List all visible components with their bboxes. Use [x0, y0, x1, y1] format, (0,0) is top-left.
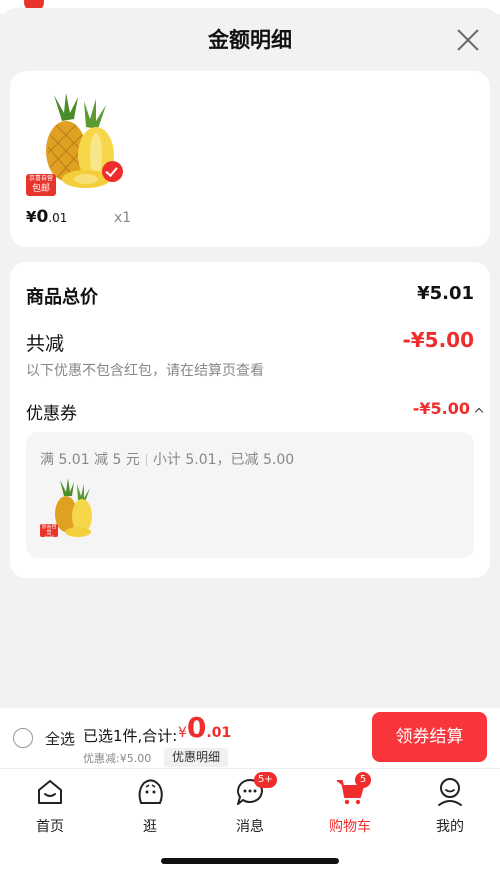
tab-cart[interactable]: 5 购物车: [300, 772, 400, 835]
tag-bottom-text: 包邮: [31, 184, 50, 194]
profile-icon: [438, 778, 462, 806]
sheet-title: 金额明细: [208, 28, 292, 52]
message-badge: 5+: [254, 772, 277, 788]
sum-symbol: ¥: [178, 725, 187, 741]
price-dec: .01: [48, 211, 68, 225]
coupon-rule-text: 满 5.01 减 5 元: [40, 452, 140, 468]
chevron-up-icon[interactable]: [474, 407, 484, 417]
coupon-rule-line: 满 5.01 减 5 元小计 5.01，已减 5.00: [40, 449, 294, 469]
mini-tag-top: 京喜自营: [41, 524, 57, 536]
total-reduce-label: 共减: [26, 333, 65, 355]
tab-messages-label: 消息: [236, 819, 264, 835]
home-icon: [38, 780, 62, 804]
tab-browse[interactable]: 逛: [100, 777, 200, 835]
divider: [145, 454, 147, 466]
product-price: ¥0.01: [26, 207, 67, 227]
mini-free-shipping-tag: 京喜自营 包邮: [40, 524, 58, 542]
sheet-header: 金额明细: [0, 8, 500, 72]
price-int: 0: [36, 207, 49, 227]
mini-tag-bottom: 包邮: [43, 536, 54, 542]
total-amount: ¥0.01: [178, 711, 231, 744]
tab-cart-label: 购物车: [329, 819, 371, 835]
total-price-value: ¥5.01: [417, 283, 474, 304]
checkout-bar: 全选 已选1件,合计: ¥0.01 优惠减:¥5.00 优惠明细 领券结算: [0, 708, 500, 768]
home-indicator: [161, 858, 339, 864]
tab-home[interactable]: 首页: [0, 777, 100, 835]
sum-int: 0: [186, 711, 207, 744]
tab-messages[interactable]: 5+ 消息: [200, 772, 300, 835]
tab-profile[interactable]: 我的: [400, 777, 500, 835]
browse-face-icon: [138, 779, 163, 804]
tab-profile-label: 我的: [436, 819, 464, 835]
close-icon[interactable]: [456, 28, 480, 52]
amount-detail-sheet: 金额明细 京喜自营 包邮 ¥0.01 x1 商品总价 ¥5.01 共减 -¥5.…: [0, 8, 500, 708]
coupon-value[interactable]: -¥5.00: [413, 399, 470, 418]
checkout-button[interactable]: 领券结算: [372, 712, 487, 762]
selected-check-icon[interactable]: [102, 161, 123, 182]
discount-amount-note: 优惠减:¥5.00: [83, 752, 152, 765]
select-all-label[interactable]: 全选: [45, 728, 75, 749]
tab-browse-label: 逛: [143, 819, 157, 835]
coupon-label[interactable]: 优惠券: [26, 399, 77, 424]
product-quantity: x1: [114, 210, 132, 226]
coupon-detail-box: 满 5.01 减 5 元小计 5.01，已减 5.00 京喜自营 包邮: [26, 432, 474, 558]
discount-note: 以下优惠不包含红包，请在结算页查看: [26, 363, 264, 379]
tag-top-text: 京喜自营: [28, 175, 53, 182]
total-reduce-value: -¥5.00: [402, 328, 474, 352]
tab-home-label: 首页: [36, 819, 64, 835]
price-symbol: ¥: [26, 208, 37, 226]
price-summary-card: 商品总价 ¥5.01 共减 -¥5.00 以下优惠不包含红包，请在结算页查看 优…: [10, 262, 490, 578]
total-price-label: 商品总价: [26, 287, 98, 308]
coupon-subtotal-text: 小计 5.01，已减 5.00: [152, 452, 295, 468]
sum-dec: .01: [206, 725, 232, 741]
product-card: 京喜自营 包邮 ¥0.01 x1: [10, 71, 490, 247]
select-all-radio[interactable]: [13, 728, 33, 748]
cart-badge: 5: [355, 772, 371, 788]
discount-detail-button[interactable]: 优惠明细: [164, 748, 229, 767]
free-shipping-tag: 京喜自营 包邮: [26, 174, 56, 196]
selected-count-text: 已选1件,合计:: [83, 727, 178, 745]
